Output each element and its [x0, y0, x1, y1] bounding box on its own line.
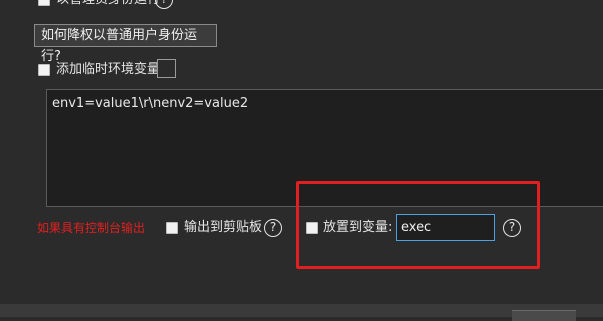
temp-env-label: 添加临时环境变量	[56, 62, 161, 77]
highlight-annotation-box	[296, 181, 540, 269]
downgrade-privilege-button[interactable]: 如何降权以普通用户身份运行?	[34, 24, 217, 64]
run-as-admin-label: 以管理员身份运行	[56, 0, 160, 8]
clipboard-help-icon[interactable]: ?	[264, 219, 282, 237]
clipboard-label: 输出到剪贴板	[184, 220, 263, 235]
run-as-admin-checkbox[interactable]	[38, 0, 50, 6]
bottom-button[interactable]	[512, 310, 576, 321]
color-swatch[interactable]	[157, 59, 176, 78]
temp-env-checkbox[interactable]	[38, 64, 50, 76]
clipboard-checkbox[interactable]	[166, 222, 178, 234]
console-output-note: 如果具有控制台输出	[37, 221, 146, 235]
